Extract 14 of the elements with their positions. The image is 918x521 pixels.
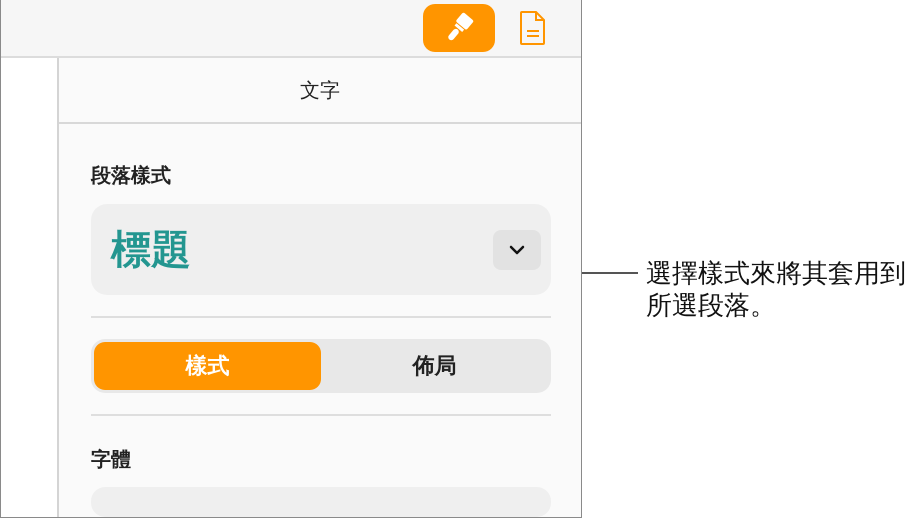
font-field[interactable] bbox=[91, 487, 551, 517]
sidebar-title: 文字 bbox=[59, 58, 581, 124]
section-label: 字體 bbox=[91, 448, 132, 473]
format-button[interactable] bbox=[423, 4, 495, 52]
dropdown-button[interactable] bbox=[493, 230, 541, 270]
callout-text: 選擇樣式來將其套用到所選段落。 bbox=[646, 257, 907, 321]
document-icon bbox=[519, 10, 547, 46]
leader-line bbox=[582, 272, 638, 274]
style-value: 標題 bbox=[111, 227, 191, 274]
chevron-down-icon bbox=[509, 244, 525, 254]
paragraph-style-dropdown[interactable]: 標題 bbox=[91, 204, 551, 295]
section-label: 段落樣式 bbox=[91, 164, 172, 189]
segment-tab[interactable]: 樣式 bbox=[94, 342, 321, 390]
segment-tab[interactable]: 佈局 bbox=[321, 342, 548, 390]
